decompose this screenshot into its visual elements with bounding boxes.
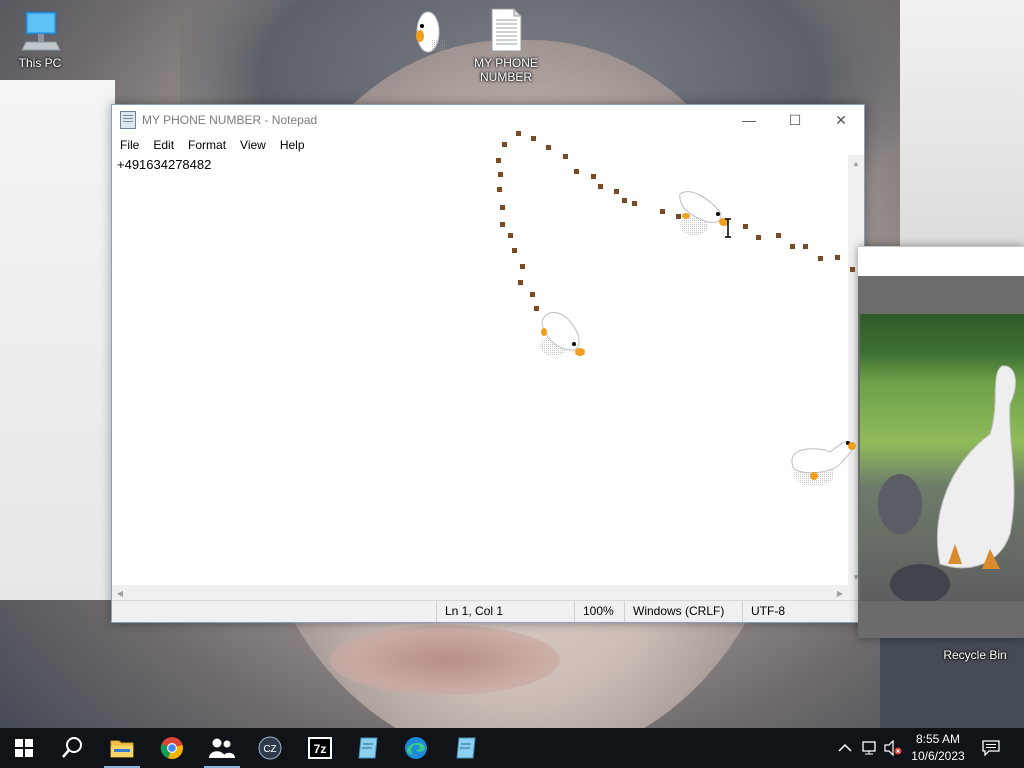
horizontal-scrollbar[interactable]: ◀ ▶ — [112, 585, 848, 601]
notepad-icon — [120, 111, 136, 129]
goose-sprite — [416, 11, 446, 53]
cz-app-button[interactable]: CZ — [246, 728, 294, 768]
wallpaper-background-right — [900, 0, 1024, 250]
status-line-endings: Windows (CRLF) — [624, 601, 743, 622]
desktop-icon-label: Recycle Bin — [943, 648, 1007, 662]
maximize-button[interactable]: ☐ — [772, 105, 818, 135]
text-document-icon — [482, 7, 530, 52]
status-bar: Ln 1, Col 1 100% Windows (CRLF) UTF-8 — [112, 600, 864, 622]
window-title: MY PHONE NUMBER - Notepad — [142, 113, 318, 127]
chrome-button[interactable] — [148, 728, 196, 768]
status-zoom: 100% — [574, 601, 627, 622]
show-hidden-icons-button[interactable] — [838, 728, 852, 768]
scroll-up-icon[interactable]: ▲ — [848, 155, 864, 171]
taskbar-clock[interactable]: 8:55 AM 10/6/2023 — [900, 731, 976, 765]
folder-icon — [110, 740, 134, 758]
notepad-window[interactable]: MY PHONE NUMBER - Notepad — ☐ ✕ File Edi… — [111, 104, 865, 623]
chevron-up-icon — [838, 743, 852, 752]
people-button[interactable] — [198, 728, 246, 768]
edge-button[interactable] — [392, 728, 440, 768]
text-editor-area[interactable]: +491634278482 — [112, 155, 848, 585]
goose-sprite — [540, 312, 585, 356]
viewer-footer — [858, 601, 1024, 638]
windows-logo-icon — [15, 739, 33, 757]
scroll-left-icon[interactable]: ◀ — [112, 585, 128, 601]
clock-date: 10/6/2023 — [911, 749, 965, 763]
svg-text:CZ: CZ — [263, 744, 276, 755]
notification-icon — [982, 740, 1000, 756]
image-viewer-window[interactable] — [858, 246, 1024, 638]
cz-icon: CZ — [258, 736, 282, 760]
7zip-icon: 7z — [308, 737, 332, 759]
7zip-button[interactable]: 7z — [296, 728, 344, 768]
notepad-icon — [358, 737, 378, 759]
text-cursor-icon — [725, 218, 731, 238]
start-button[interactable] — [0, 728, 48, 768]
clock-time: 8:55 AM — [915, 732, 961, 746]
wallpaper-lips — [330, 625, 560, 695]
close-button[interactable]: ✕ — [818, 105, 864, 135]
desktop-icon-this-pc[interactable]: This PC — [0, 8, 80, 70]
file-explorer-button[interactable] — [98, 728, 146, 768]
search-icon — [62, 737, 82, 758]
edge-icon — [405, 737, 427, 759]
menu-edit[interactable]: Edit — [146, 138, 181, 152]
people-icon — [209, 738, 235, 758]
title-bar[interactable]: MY PHONE NUMBER - Notepad — ☐ ✕ — [112, 105, 864, 135]
editor-content[interactable]: +491634278482 — [117, 157, 211, 172]
menu-bar: File Edit Format View Help — [112, 135, 864, 155]
notepad-app-1-button[interactable] — [344, 728, 392, 768]
network-button[interactable] — [861, 728, 879, 768]
goose-photo — [860, 314, 1024, 604]
menu-file[interactable]: File — [112, 138, 146, 152]
chrome-icon — [160, 737, 183, 760]
notification-center-button[interactable] — [982, 728, 1000, 768]
desktop-icon-my-phone-number[interactable]: MY PHONE NUMBER — [466, 7, 546, 84]
notepad-icon — [456, 737, 476, 759]
desktop-icon-label: This PC — [18, 56, 62, 70]
menu-help[interactable]: Help — [273, 138, 312, 152]
network-icon — [862, 741, 876, 755]
notepad-app-2-button[interactable] — [442, 728, 490, 768]
search-button[interactable] — [48, 728, 96, 768]
minimize-button[interactable]: — — [726, 105, 772, 135]
viewer-title-bar[interactable] — [858, 246, 1024, 277]
status-encoding: UTF-8 — [742, 601, 851, 622]
menu-view[interactable]: View — [233, 138, 273, 152]
status-cursor-position: Ln 1, Col 1 — [436, 601, 573, 622]
computer-icon — [16, 8, 64, 52]
viewer-toolbar — [858, 276, 1024, 314]
wallpaper-background-left — [0, 80, 115, 600]
menu-format[interactable]: Format — [181, 138, 233, 152]
desktop-icon-label: MY PHONE NUMBER — [474, 56, 538, 84]
svg-text:7z: 7z — [314, 742, 327, 756]
scroll-right-icon[interactable]: ▶ — [832, 585, 848, 601]
goose-sprite — [791, 441, 856, 486]
taskbar: CZ 7z 8:55 AM 10/6/2023 — [0, 728, 1024, 768]
